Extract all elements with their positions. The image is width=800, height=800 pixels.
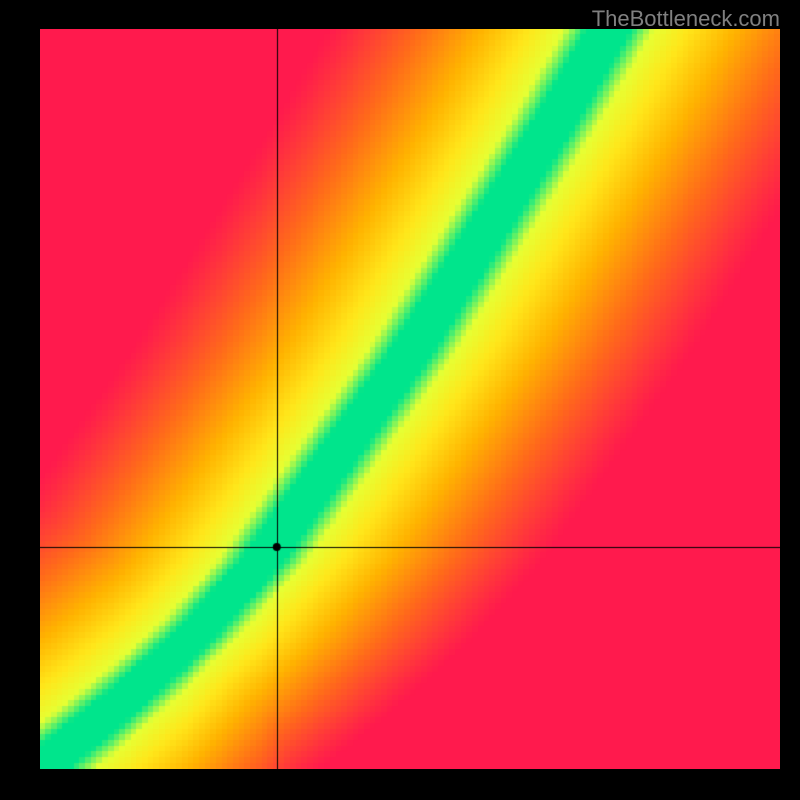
bottleneck-heatmap xyxy=(40,29,780,769)
watermark-text: TheBottleneck.com xyxy=(592,6,780,32)
heatmap-canvas xyxy=(40,29,780,769)
